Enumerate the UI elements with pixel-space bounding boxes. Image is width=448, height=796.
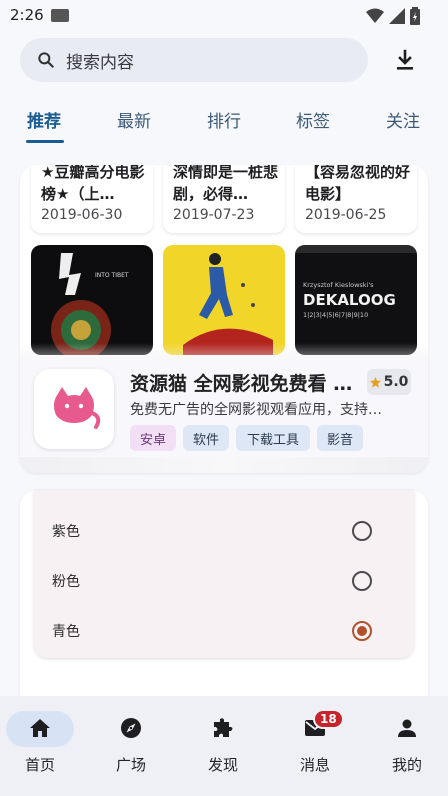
nav-home[interactable]: 首页 — [0, 708, 80, 778]
radio-button-selected[interactable] — [352, 621, 372, 641]
status-time: 2:26 — [10, 6, 44, 24]
nav-messages[interactable]: 18 消息 — [275, 708, 355, 778]
poster-title: DEKALOOG — [303, 291, 396, 309]
tag-chip[interactable]: 软件 — [183, 425, 229, 451]
tab-tags[interactable]: 标签 — [296, 107, 330, 132]
poster-author: Krzysztof Kieslowski's — [303, 281, 374, 289]
search-placeholder: 搜索内容 — [66, 53, 134, 73]
mail-notification-icon — [51, 9, 69, 22]
app-name: 资源猫 全网影视免费看 … — [130, 373, 353, 395]
loading-placeholder — [20, 457, 428, 473]
app-promo[interactable]: 资源猫 全网影视免费看 … 5.0 免费无广告的全网影视观看应用，支持… 安卓 … — [20, 361, 428, 457]
article-date: 2019-07-23 — [173, 207, 255, 223]
battery-icon — [410, 7, 420, 25]
article-card[interactable]: 【容易忽视的好电影】 2019-06-25 — [295, 165, 417, 233]
nav-profile[interactable]: 我的 — [367, 708, 447, 778]
compass-icon — [121, 718, 141, 738]
article-title: ★豆瓣高分电影榜★（上… — [41, 165, 145, 203]
color-option-list: 紫色 粉色 青色 — [34, 490, 414, 658]
tag-chip[interactable]: 安卓 — [130, 425, 176, 451]
article-card[interactable]: 深情即是一桩悲剧，必得… 2019-07-23 — [163, 165, 285, 233]
poster-text: INTO TIBET — [95, 272, 129, 279]
poster-art: INTO TIBET — [51, 253, 129, 355]
color-option-pink[interactable]: 粉色 — [34, 556, 414, 606]
poster-subtitle: 1|2|3|4|5|6|7|8|9|10 — [303, 311, 368, 319]
puzzle-icon — [214, 718, 233, 737]
article-title: 深情即是一桩悲剧，必得… — [173, 165, 279, 203]
star-icon — [369, 376, 381, 388]
tab-follow[interactable]: 关注 — [386, 107, 420, 132]
nav-label: 消息 — [299, 756, 330, 774]
radio-button[interactable] — [352, 521, 372, 541]
tag-chip[interactable]: 下载工具 — [236, 425, 310, 451]
color-label: 紫色 — [52, 524, 80, 540]
rating-badge: 5.0 — [367, 369, 411, 395]
tab-ranking[interactable]: 排行 — [207, 107, 241, 132]
rating-value: 5.0 — [383, 374, 409, 390]
color-label: 粉色 — [52, 574, 80, 590]
home-icon — [30, 719, 50, 737]
movie-poster-2[interactable] — [163, 245, 285, 355]
nav-label: 广场 — [115, 756, 146, 774]
status-icons — [366, 7, 420, 25]
download-icon[interactable] — [393, 48, 417, 72]
nav-square[interactable]: 广场 — [91, 708, 171, 778]
radio-button[interactable] — [352, 571, 372, 591]
search-bar[interactable]: 搜索内容 — [20, 38, 368, 82]
tag-chip[interactable]: 影音 — [317, 425, 363, 451]
poster-art: Krzysztof Kieslowski's DEKALOOG 1|2|3|4|… — [295, 245, 417, 319]
unread-badge: 18 — [313, 709, 344, 729]
article-title: 【容易忽视的好电影】 — [305, 165, 411, 203]
nav-label: 我的 — [391, 756, 422, 774]
nav-label: 发现 — [207, 756, 238, 774]
tab-latest[interactable]: 最新 — [117, 107, 151, 132]
article-card[interactable]: ★豆瓣高分电影榜★（上… 2019-06-30 — [31, 165, 153, 233]
person-icon — [398, 719, 416, 737]
bottom-nav: 首页 广场 发现 18 消息 我的 — [0, 696, 448, 796]
article-date: 2019-06-25 — [305, 207, 387, 223]
tab-indicator — [26, 140, 64, 143]
movie-poster-1[interactable]: INTO TIBET — [31, 245, 153, 355]
color-card: 紫色 粉色 青色 — [20, 490, 428, 710]
movie-poster-3[interactable]: Krzysztof Kieslowski's DEKALOOG 1|2|3|4|… — [295, 245, 417, 355]
wifi-icon — [366, 8, 384, 23]
color-option-purple[interactable]: 紫色 — [34, 506, 414, 556]
color-label: 青色 — [52, 624, 80, 640]
status-bar: 2:26 — [0, 0, 448, 32]
cat-icon — [54, 387, 101, 429]
article-date: 2019-06-30 — [41, 207, 123, 223]
app-logo — [34, 369, 114, 449]
feed-card: ★豆瓣高分电影榜★（上… 2019-06-30 深情即是一桩悲剧，必得… 201… — [20, 165, 428, 473]
poster-art — [183, 253, 273, 355]
color-option-cyan[interactable]: 青色 — [34, 606, 414, 656]
category-tabs: 推荐 最新 排行 标签 关注 — [0, 100, 448, 144]
app-description: 免费无广告的全网影视观看应用，支持… — [130, 402, 382, 418]
signal-icon — [389, 8, 405, 24]
nav-discover[interactable]: 发现 — [183, 708, 263, 778]
tab-recommend[interactable]: 推荐 — [27, 107, 61, 132]
nav-label: 首页 — [24, 756, 55, 774]
search-icon — [38, 52, 54, 68]
